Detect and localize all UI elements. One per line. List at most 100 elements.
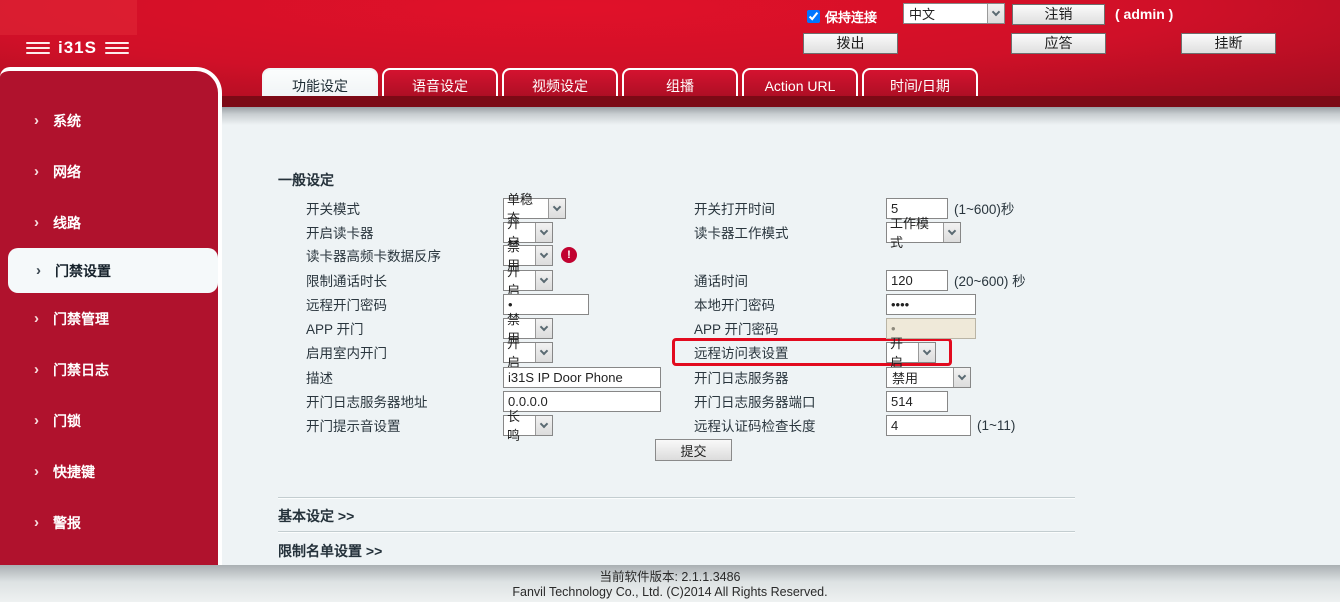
logo-lines-icon [104, 42, 129, 54]
indoor-open-enable-select[interactable]: 开启 [503, 336, 553, 370]
hangup-button[interactable]: 挂断 [1181, 33, 1276, 54]
field-label: 描述 [306, 371, 333, 386]
form-row-card-reader-work-mode: 读卡器工作模式 工作模式 [694, 216, 961, 250]
field-range-note: (1~600)秒 [954, 202, 1015, 217]
form-row-app-open-password: APP 开门密码 [694, 317, 976, 339]
sidebar-item-label: 线路 [53, 214, 81, 231]
chevron-right-icon: › [34, 412, 39, 429]
sidebar-item-label: 快捷键 [53, 463, 95, 480]
sidebar-item-label: 门禁设置 [55, 262, 111, 279]
keep-alive-label: 保持连接 [825, 10, 878, 25]
form-row-remote-auth-code-length: 远程认证码检查长度 (1~11) [694, 414, 1015, 436]
sidebar-item-alert[interactable]: › 警报 [0, 497, 218, 548]
description-input[interactable] [503, 366, 661, 388]
chevron-down-icon [987, 4, 1004, 23]
alert-icon: ! [561, 247, 577, 263]
select-value: 开启 [507, 264, 521, 298]
chevron-down-icon [953, 367, 970, 387]
banner-watermark [0, 0, 137, 35]
sidebar-item-function-key[interactable]: › 快捷键 [0, 446, 218, 497]
form-row-door-log-server-address: 开门日志服务器地址 [306, 390, 661, 412]
submit-button[interactable]: 提交 [655, 439, 732, 461]
chevron-down-icon [535, 270, 552, 290]
door-log-server-select[interactable]: 禁用 [886, 366, 971, 388]
sidebar-item-label: 门禁管理 [53, 310, 109, 327]
chevron-right-icon: › [34, 514, 39, 531]
form-row-card-reader-reverse: 读卡器高频卡数据反序 禁用 ! [306, 239, 577, 273]
section-divider [278, 497, 1075, 499]
sidebar-item-system[interactable]: › 系统 [0, 95, 218, 146]
language-select[interactable]: 中文 [903, 3, 1005, 24]
field-label: 开门日志服务器 [694, 371, 789, 386]
call-time-limit-select[interactable]: 开启 [503, 264, 553, 298]
field-range-note: (1~11) [977, 417, 1016, 433]
restrict-list-settings-link[interactable]: 限制名单设置 >> [278, 541, 382, 561]
field-label: 开启读卡器 [306, 226, 374, 241]
select-value: 开启 [507, 336, 521, 370]
chevron-down-icon [535, 318, 552, 338]
answer-button[interactable]: 应答 [1011, 33, 1106, 54]
remote-auth-code-length-input[interactable] [886, 414, 971, 436]
copyright-text: Fanvil Technology Co., Ltd. (C)2014 All … [512, 585, 828, 599]
form-row-open-door-tone: 开门提示音设置 长鸣 [306, 409, 553, 443]
talk-time-input[interactable] [886, 269, 948, 291]
sidebar-item-egs-management[interactable]: › 门禁管理 [0, 293, 218, 344]
sidebar-item-egs-settings[interactable]: › 门禁设置 [8, 248, 218, 293]
sidebar-item-door-lock[interactable]: › 门锁 [0, 395, 218, 446]
dial-out-button[interactable]: 拨出 [803, 33, 898, 54]
software-version-text: 当前软件版本: 2.1.1.3486 [599, 570, 741, 584]
form-row-door-log-server: 开门日志服务器 禁用 [694, 366, 971, 388]
sidebar-item-network[interactable]: › 网络 [0, 146, 218, 197]
field-label: 通话时间 [694, 274, 748, 289]
field-label: 开门日志服务器地址 [306, 395, 428, 410]
form-row-remote-open-password: 远程开门密码 [306, 293, 589, 315]
language-select-value: 中文 [909, 7, 936, 22]
field-label: APP 开门密码 [694, 322, 779, 337]
field-label: 远程开门密码 [306, 298, 387, 313]
form-row-call-time-limit: 限制通话时长 开启 [306, 264, 553, 298]
field-label: 限制通话时长 [306, 274, 387, 289]
door-log-server-port-input[interactable] [886, 390, 948, 412]
chevron-right-icon: › [36, 262, 41, 279]
chevron-down-icon [535, 415, 552, 435]
chevron-down-icon [535, 342, 552, 362]
sidebar-nav: › 系统 › 网络 › 线路 › 门禁设置 › 门禁管理 › 门禁日志 › 门锁… [0, 67, 222, 565]
field-label: 开门日志服务器端口 [694, 395, 816, 410]
field-range-note: (20~600) 秒 [954, 274, 1026, 289]
card-reader-work-mode-select[interactable]: 工作模式 [886, 216, 961, 250]
sidebar-item-egs-logs[interactable]: › 门禁日志 [0, 344, 218, 395]
chevron-down-icon [548, 198, 565, 218]
content-top-fade [222, 107, 1340, 125]
form-row-indoor-open-enable: 启用室内开门 开启 [306, 336, 553, 370]
page-footer: 当前软件版本: 2.1.1.3486 Fanvil Technology Co.… [0, 565, 1340, 602]
field-label: 开关模式 [306, 202, 360, 217]
basic-settings-link[interactable]: 基本设定 >> [278, 506, 354, 526]
form-row-talk-time: 通话时间 (20~600) 秒 [694, 269, 1026, 291]
local-open-password-input[interactable] [886, 293, 976, 315]
form-row-remote-access-table: 远程访问表设置 开启 [694, 336, 936, 370]
sidebar-item-label: 警报 [53, 514, 81, 531]
select-value: 禁用 [892, 370, 919, 386]
open-door-tone-select[interactable]: 长鸣 [503, 409, 553, 443]
field-label: 开关打开时间 [694, 202, 775, 217]
keep-alive-checkbox[interactable] [807, 10, 820, 23]
select-value: 长鸣 [507, 409, 521, 443]
chevron-right-icon: › [34, 163, 39, 180]
main-content: 一般设定 开关模式 单稳态 开启读卡器 开启 读卡器高频卡数据反序 禁用 ! 限… [222, 125, 1340, 565]
keep-alive-control[interactable]: 保持连接 [807, 7, 877, 26]
remote-access-table-select[interactable]: 开启 [886, 336, 936, 370]
form-row-description: 描述 [306, 366, 661, 388]
field-label: 开门提示音设置 [306, 419, 401, 434]
form-row-door-log-server-port: 开门日志服务器端口 [694, 390, 948, 412]
logo-text: i31S [58, 38, 97, 57]
field-label: 远程认证码检查长度 [694, 419, 816, 434]
field-label: 启用室内开门 [306, 346, 387, 361]
admin-user-label: ( admin ) [1115, 6, 1174, 22]
chevron-down-icon [535, 245, 552, 265]
sidebar-item-line[interactable]: › 线路 [0, 197, 218, 248]
section-title: 一般设定 [278, 172, 334, 188]
field-label: 远程访问表设置 [694, 346, 789, 361]
logout-button[interactable]: 注销 [1012, 4, 1105, 25]
field-label: 读卡器工作模式 [694, 226, 789, 241]
chevron-down-icon [943, 222, 960, 242]
